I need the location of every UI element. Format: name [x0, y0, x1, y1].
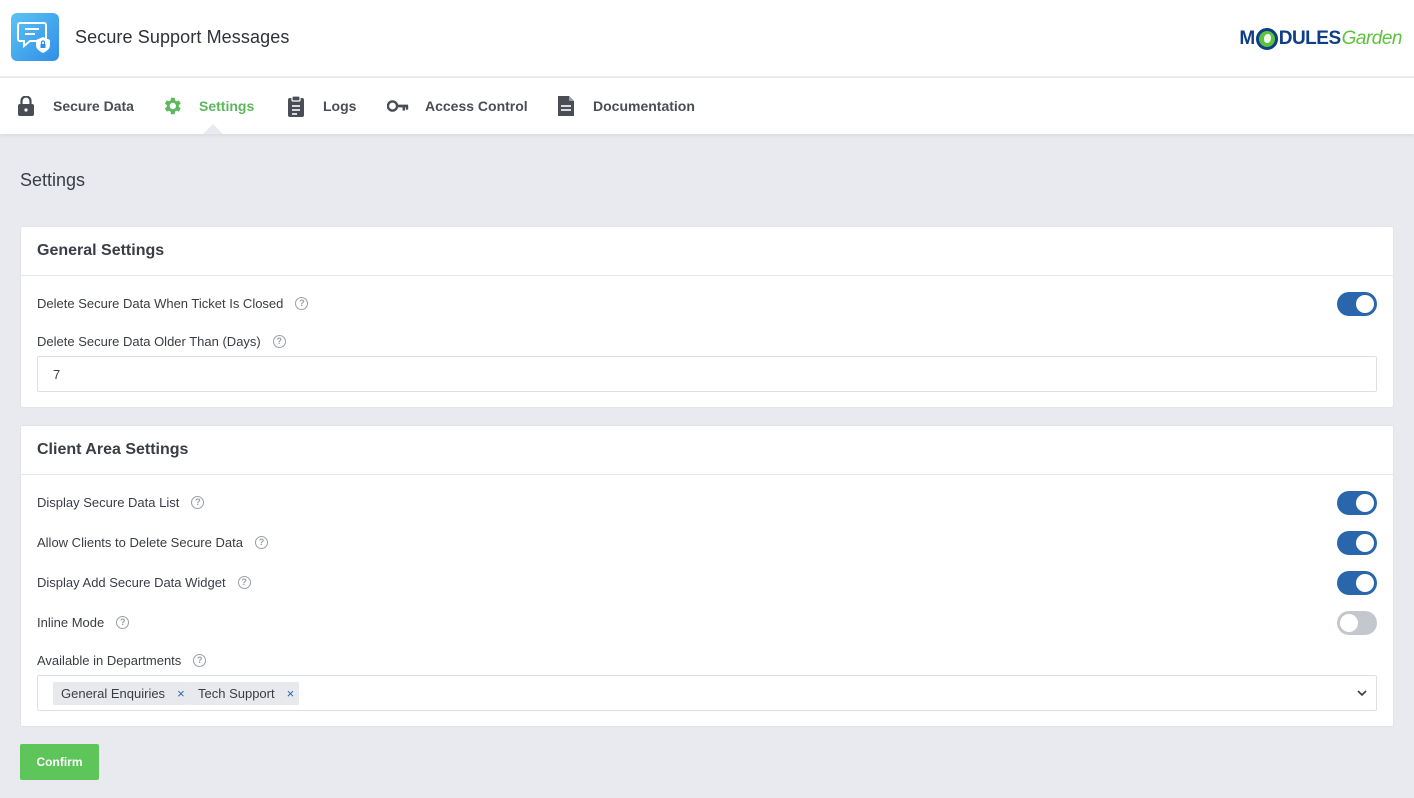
inline-mode-label: Inline Mode ?	[37, 615, 130, 630]
help-icon[interactable]: ?	[237, 576, 251, 589]
delete-older-than-label: Delete Secure Data Older Than (Days) ?	[37, 334, 286, 349]
general-settings-card: General Settings Delete Secure Data When…	[20, 226, 1394, 408]
help-icon[interactable]: ?	[191, 496, 205, 509]
remove-tag-icon[interactable]: ×	[287, 686, 295, 701]
client-area-settings-card: Client Area Settings Display Secure Data…	[20, 425, 1394, 727]
active-tab-caret	[203, 124, 223, 134]
tab-logs[interactable]: Logs	[285, 78, 356, 134]
help-icon[interactable]: ?	[272, 335, 286, 348]
modulesgarden-logo: M DULES Garden	[1239, 28, 1403, 50]
client-area-settings-title: Client Area Settings	[21, 426, 1393, 475]
document-icon	[555, 95, 577, 117]
delete-when-closed-toggle[interactable]	[1337, 292, 1377, 316]
display-list-label: Display Secure Data List ?	[37, 495, 205, 510]
remove-tag-icon[interactable]: ×	[177, 686, 185, 701]
lock-icon	[15, 95, 37, 117]
display-widget-toggle[interactable]	[1337, 571, 1377, 595]
department-tag: General Enquiries ×	[53, 682, 190, 705]
gear-icon	[161, 95, 183, 117]
department-tag: Tech Support ×	[190, 682, 300, 705]
tab-documentation[interactable]: Documentation	[555, 78, 695, 134]
delete-when-closed-label: Delete Secure Data When Ticket Is Closed…	[37, 296, 309, 311]
departments-label: Available in Departments ?	[37, 653, 207, 668]
help-icon[interactable]: ?	[193, 654, 207, 667]
delete-older-than-input[interactable]	[37, 356, 1377, 392]
help-icon[interactable]: ?	[254, 536, 268, 549]
clipboard-icon	[285, 95, 307, 117]
allow-delete-toggle[interactable]	[1337, 531, 1377, 555]
help-icon[interactable]: ?	[295, 297, 309, 310]
tab-secure-data[interactable]: Secure Data	[15, 78, 134, 134]
departments-select[interactable]: General Enquiries × Tech Support ×	[37, 675, 1377, 711]
tab-access-control[interactable]: Access Control	[387, 78, 528, 134]
app-logo	[11, 13, 59, 61]
allow-delete-label: Allow Clients to Delete Secure Data ?	[37, 535, 268, 550]
general-settings-title: General Settings	[21, 227, 1393, 276]
display-list-toggle[interactable]	[1337, 491, 1377, 515]
chevron-down-icon[interactable]	[1356, 686, 1368, 704]
app-title: Secure Support Messages	[75, 27, 290, 47]
globe-icon	[1255, 28, 1278, 50]
confirm-button[interactable]: Confirm	[20, 744, 99, 780]
app-header: Secure Support Messages M DULES Garden	[0, 0, 1414, 77]
page-title: Settings	[20, 170, 86, 190]
key-icon	[387, 95, 409, 117]
help-icon[interactable]: ?	[116, 616, 130, 629]
inline-mode-toggle[interactable]	[1337, 611, 1377, 635]
secure-message-icon	[17, 22, 50, 53]
display-widget-label: Display Add Secure Data Widget ?	[37, 575, 251, 590]
